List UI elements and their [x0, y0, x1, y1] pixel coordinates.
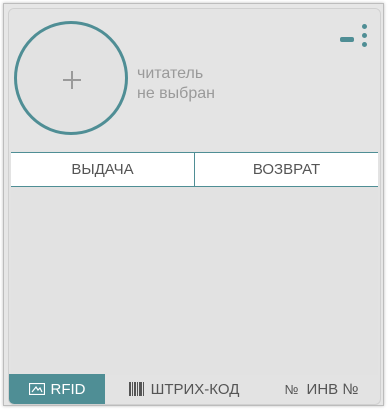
reader-header: читатель не выбран: [9, 9, 380, 151]
mode-inventory-button[interactable]: № ИНВ №: [263, 374, 380, 404]
numero-icon: №: [284, 381, 299, 397]
mode-barcode-button[interactable]: ШТРИХ-КОД: [105, 374, 263, 404]
vertical-dots-icon[interactable]: [362, 24, 368, 50]
circulation-panel: читатель не выбран ВЫДАЧА ВОЗВРАТ RFID Ш…: [8, 8, 381, 405]
operation-tabs: ВЫДАЧА ВОЗВРАТ: [11, 152, 378, 187]
add-reader-button[interactable]: [14, 21, 128, 135]
items-list-area: [11, 187, 378, 375]
tab-issue[interactable]: ВЫДАЧА: [11, 153, 194, 186]
reader-status-line2: не выбран: [137, 85, 215, 102]
mode-inventory-label: ИНВ №: [306, 380, 359, 398]
tab-return[interactable]: ВОЗВРАТ: [194, 153, 378, 186]
reader-status-line1: читатель: [137, 65, 204, 82]
mode-rfid-button[interactable]: RFID: [9, 374, 105, 404]
plus-icon-vertical: [71, 71, 73, 89]
mode-barcode-label: ШТРИХ-КОД: [150, 380, 240, 398]
barcode-icon: [128, 382, 145, 396]
rfid-card-icon: [28, 383, 45, 395]
input-mode-bar: RFID ШТРИХ-КОД № ИНВ №: [9, 374, 380, 404]
minus-icon[interactable]: [340, 37, 354, 42]
mode-rfid-label: RFID: [50, 380, 86, 398]
reader-status: читатель не выбран: [137, 64, 215, 104]
